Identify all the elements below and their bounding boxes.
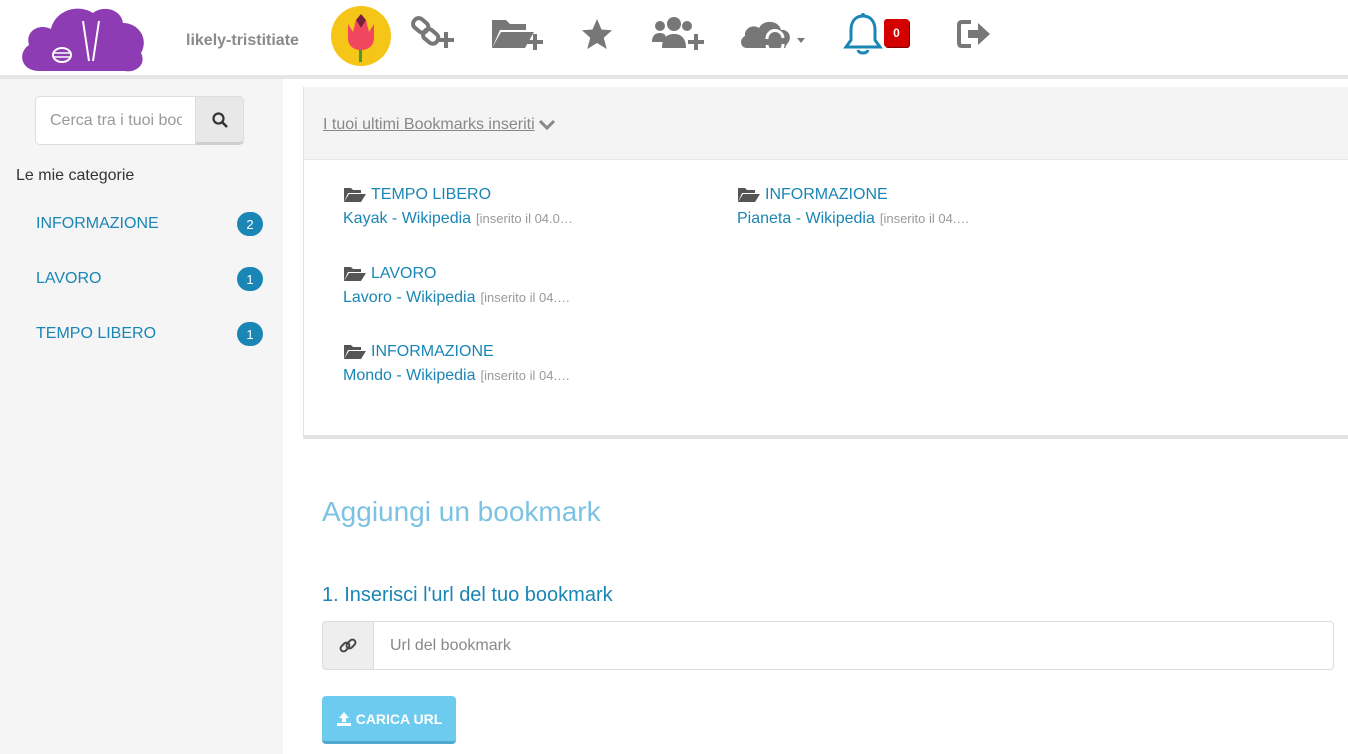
- bookmark-title-link[interactable]: Lavoro - Wikipedia: [343, 289, 476, 307]
- folder-open-icon: [344, 188, 366, 202]
- search-icon: [211, 111, 228, 128]
- recent-bookmark-item: LAVORO Lavoro - Wikipedia [inserito il 0…: [343, 263, 603, 311]
- bookmark-category-label: LAVORO: [371, 265, 437, 282]
- folder-open-icon: [738, 188, 760, 202]
- folder-open-icon: [344, 345, 366, 359]
- category-count-badge: 2: [237, 212, 263, 236]
- top-navbar: likely-tristitiate 0: [0, 0, 1348, 75]
- category-item-tempo-libero[interactable]: TEMPO LIBERO 1: [36, 319, 263, 349]
- panel-title-text: I tuoi ultimi Bookmarks inseriti: [323, 116, 535, 133]
- bell-icon[interactable]: [843, 12, 883, 56]
- bookmark-date: [inserito il 04.…: [879, 211, 970, 226]
- panel-divider: [304, 435, 1348, 439]
- add-bookmark-title: Aggiungi un bookmark: [322, 496, 601, 527]
- avatar-tulip-icon: [348, 14, 374, 62]
- recent-bookmarks-toggle[interactable]: I tuoi ultimi Bookmarks inseriti: [323, 116, 556, 134]
- bookmark-category-link[interactable]: TEMPO LIBERO: [343, 184, 603, 206]
- username[interactable]: likely-tristitiate: [186, 32, 299, 50]
- avatar[interactable]: [331, 6, 391, 66]
- bookmark-date: [inserito il 04.…: [480, 290, 571, 305]
- logo-cloud-icon[interactable]: [17, 3, 147, 73]
- bookmark-title-link[interactable]: Mondo - Wikipedia: [343, 367, 476, 385]
- url-input[interactable]: [373, 621, 1334, 670]
- bookmark-title-link[interactable]: Kayak - Wikipedia: [343, 210, 471, 228]
- search-button[interactable]: [195, 96, 244, 145]
- bookmark-date: [inserito il 04.0…: [476, 211, 573, 226]
- recent-bookmark-item: INFORMAZIONE Pianeta - Wikipedia [inseri…: [737, 184, 997, 232]
- folder-open-icon: [344, 267, 366, 281]
- recent-bookmark-item: TEMPO LIBERO Kayak - Wikipedia [inserito…: [343, 184, 603, 232]
- notification-count-badge: 0: [884, 19, 909, 47]
- category-count-badge: 1: [237, 267, 263, 291]
- bookmark-category-link[interactable]: INFORMAZIONE: [737, 184, 997, 206]
- categories-title: Le mie categorie: [16, 167, 135, 184]
- add-link-icon[interactable]: [410, 12, 458, 56]
- search-group: [35, 96, 244, 145]
- search-input[interactable]: [35, 96, 196, 145]
- recent-bookmark-item: INFORMAZIONE Mondo - Wikipedia [inserito…: [343, 341, 603, 389]
- link-icon: [339, 638, 357, 652]
- bookmark-category-label: TEMPO LIBERO: [371, 186, 492, 203]
- url-input-group: [322, 621, 1334, 670]
- recent-bookmarks-panel: I tuoi ultimi Bookmarks inseriti TEMPO L…: [303, 87, 1348, 439]
- star-icon[interactable]: [577, 12, 617, 56]
- panel-header: I tuoi ultimi Bookmarks inseriti: [304, 87, 1348, 160]
- bookmark-category-label: INFORMAZIONE: [371, 343, 494, 360]
- chevron-down-icon: [538, 119, 555, 131]
- bookmark-date: [inserito il 04.…: [480, 368, 571, 383]
- add-folder-icon[interactable]: [490, 12, 546, 56]
- bookmark-category-link[interactable]: INFORMAZIONE: [343, 341, 603, 363]
- cloud-sync-icon[interactable]: [739, 12, 809, 56]
- add-users-icon[interactable]: [651, 12, 707, 56]
- bookmark-category-link[interactable]: LAVORO: [343, 263, 603, 285]
- category-label: INFORMAZIONE: [36, 215, 159, 232]
- bookmark-category-label: INFORMAZIONE: [765, 186, 888, 203]
- url-addon: [322, 621, 374, 670]
- step-1-title: 1. Inserisci l'url del tuo bookmark: [322, 584, 613, 606]
- category-item-lavoro[interactable]: LAVORO 1: [36, 264, 263, 294]
- bookmark-title-link[interactable]: Pianeta - Wikipedia: [737, 210, 875, 228]
- load-url-button[interactable]: CARICA URL: [322, 696, 456, 744]
- sidebar: Le mie categorie INFORMAZIONE 2 LAVORO 1…: [0, 79, 283, 754]
- upload-icon: [336, 711, 351, 726]
- logout-icon[interactable]: [957, 12, 993, 56]
- load-url-label: CARICA URL: [355, 710, 443, 727]
- category-label: LAVORO: [36, 270, 102, 287]
- category-count-badge: 1: [237, 322, 263, 346]
- category-item-informazione[interactable]: INFORMAZIONE 2: [36, 209, 263, 239]
- category-label: TEMPO LIBERO: [36, 325, 157, 342]
